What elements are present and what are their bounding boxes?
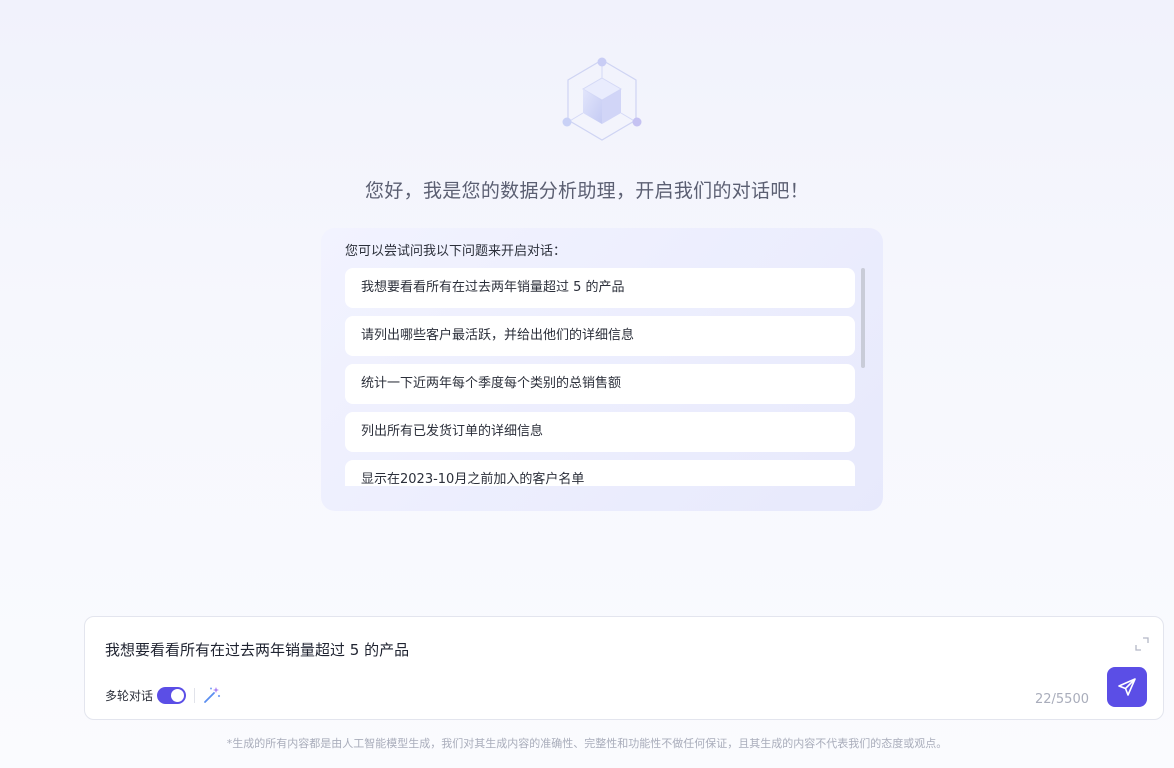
- suggestion-item[interactable]: 列出所有已发货订单的详细信息: [345, 412, 855, 452]
- chat-input-box: 我想要看看所有在过去两年销量超过 5 的产品 多轮对话 22/5500: [84, 616, 1164, 720]
- greeting-text: 您好，我是您的数据分析助理，开启我们的对话吧！: [365, 180, 809, 202]
- send-button[interactable]: [1107, 667, 1147, 707]
- suggestion-list[interactable]: 我想要看看所有在过去两年销量超过 5 的产品 请列出哪些客户最活跃，并给出他们的…: [345, 268, 855, 486]
- divider: [194, 688, 195, 703]
- suggestion-panel: 您可以尝试问我以下问题来开启对话： 我想要看看所有在过去两年销量超过 5 的产品…: [321, 228, 883, 511]
- suggestion-title: 您可以尝试问我以下问题来开启对话：: [345, 244, 567, 259]
- suggestion-item[interactable]: 显示在2023-10月之前加入的客户名单: [345, 460, 855, 486]
- char-counter: 22/5500: [1034, 692, 1089, 707]
- disclaimer-text: *生成的所有内容都是由人工智能模型生成，我们对其生成内容的准确性、完整性和功能性…: [226, 737, 948, 750]
- cube-network-logo: [562, 57, 642, 141]
- magic-wand-icon[interactable]: [203, 686, 221, 704]
- expand-icon[interactable]: [1135, 637, 1149, 651]
- suggestion-item[interactable]: 我想要看看所有在过去两年销量超过 5 的产品: [345, 268, 855, 308]
- suggestion-scrollbar[interactable]: [861, 268, 865, 368]
- multi-turn-toggle[interactable]: [157, 687, 186, 704]
- toggle-knob: [171, 689, 184, 702]
- suggestion-item[interactable]: 请列出哪些客户最活跃，并给出他们的详细信息: [345, 316, 855, 356]
- chat-input[interactable]: 我想要看看所有在过去两年销量超过 5 的产品: [105, 639, 1105, 661]
- suggestion-item[interactable]: 统计一下近两年每个季度每个类别的总销售额: [345, 364, 855, 404]
- paper-plane-icon: [1118, 678, 1136, 696]
- multi-turn-label: 多轮对话: [105, 689, 154, 703]
